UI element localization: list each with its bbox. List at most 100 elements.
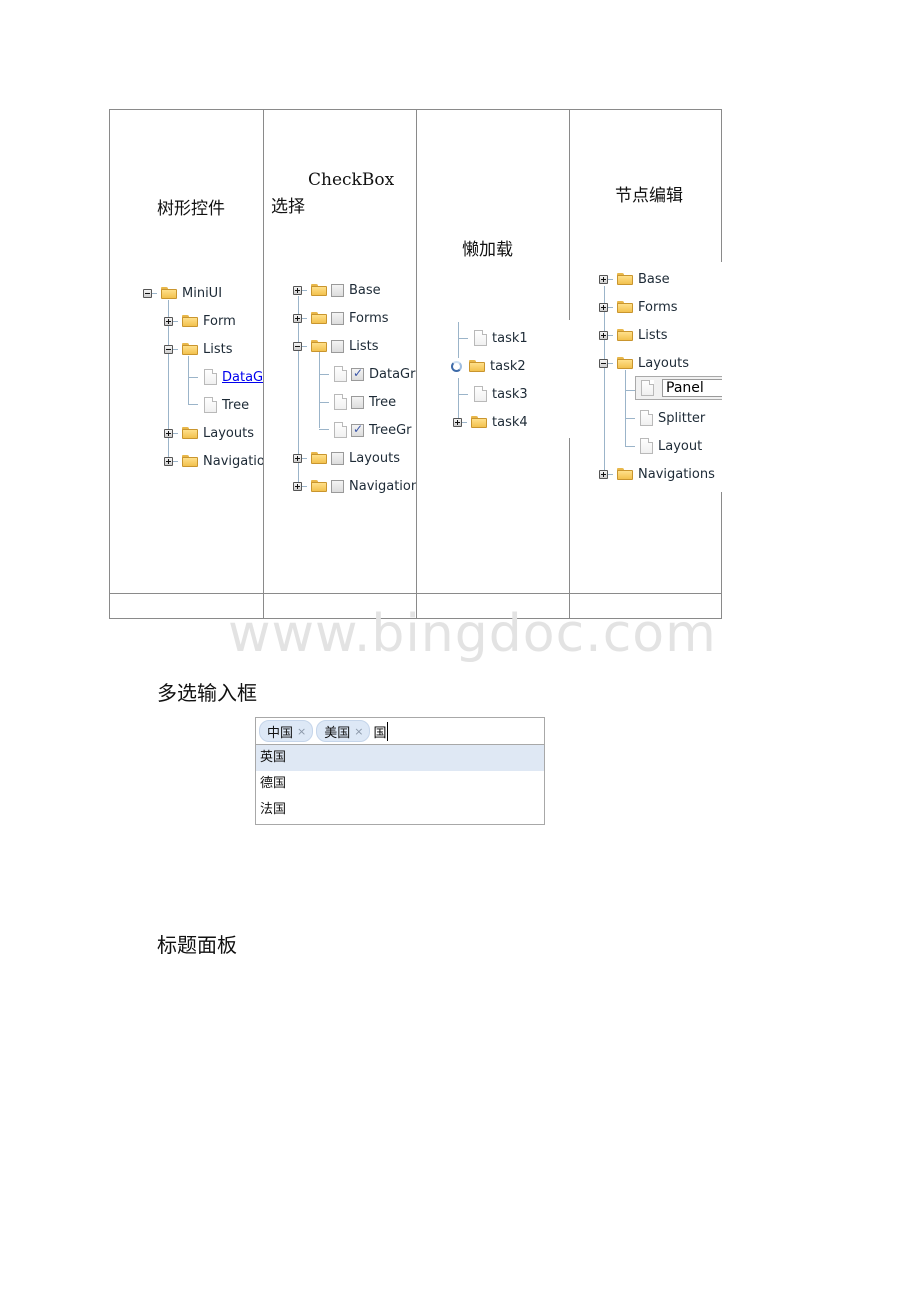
collapse-icon[interactable] [293,341,302,351]
tree-node-datagrid[interactable]: DataGr [334,364,415,384]
checkbox[interactable] [331,311,344,325]
expand-icon[interactable] [164,316,173,326]
tree-basic: MiniUI Form Lists DataG Tree Layouts Nav… [135,278,263,480]
tree-node-task4[interactable]: task4 [453,412,528,432]
folder-icon [617,357,633,369]
multiselect-field[interactable]: 中国 × 美国 × 国 [255,717,545,745]
file-icon [204,397,217,413]
tree-node-layouts[interactable]: Layouts [599,353,689,373]
remove-tag-icon[interactable]: × [354,725,363,738]
tree-node-task2[interactable]: task2 [451,356,526,376]
node-label: Navigatio [203,453,263,469]
tree-node-base[interactable]: Base [599,269,670,289]
tree-node-splitter[interactable]: Splitter [640,408,705,428]
expand-icon[interactable] [599,302,608,312]
expand-icon[interactable] [453,417,462,427]
file-icon [334,422,347,438]
tree-node-panel-editing[interactable]: Panel [635,376,722,400]
suggestion-item[interactable]: 法国 [256,797,544,823]
node-label: task2 [490,358,526,374]
suggestion-item[interactable]: 英国 [256,745,544,771]
node-edit-input[interactable]: Panel [662,379,722,397]
node-label: task3 [492,386,528,402]
section-title-multiselect: 多选输入框 [157,681,257,705]
caption-node-edit: 节点编辑 [615,186,683,206]
tree-node-lists[interactable]: Lists [293,336,379,356]
suggestion-list: 英国 德国 法国 [255,744,545,825]
node-label: Lists [638,327,668,343]
node-label: Layouts [203,425,254,441]
expand-icon[interactable] [599,274,608,284]
expand-icon[interactable] [164,428,173,438]
tree-node-layouts[interactable]: Layouts [293,448,400,468]
expand-icon[interactable] [599,469,608,479]
file-icon [640,438,653,454]
tree-node-treegrid[interactable]: TreeGr [334,420,412,440]
checkbox[interactable] [351,395,364,409]
node-label: Tree [222,397,250,413]
node-label: MiniUI [182,285,223,301]
node-label: Layouts [349,450,400,466]
tree-node-task1[interactable]: task1 [474,328,528,348]
file-icon [334,366,347,382]
tree-node-forms[interactable]: Forms [293,308,389,328]
checkbox[interactable] [331,451,344,465]
checkbox-checked[interactable] [351,366,364,381]
expand-icon[interactable] [599,330,608,340]
node-label: Splitter [658,410,706,426]
expand-icon[interactable] [293,313,302,323]
node-label: task4 [492,414,528,430]
tree-node-miniui[interactable]: MiniUI [143,283,222,303]
tree-node-navigation[interactable]: Navigation [293,476,416,496]
expand-icon[interactable] [293,453,302,463]
collapse-icon[interactable] [599,358,608,368]
node-label: Layouts [638,355,689,371]
tree-node-layout[interactable]: Layout [640,436,702,456]
suggestion-item[interactable]: 德国 [256,771,544,797]
caption-checkbox-line1: CheckBox [308,170,395,190]
file-icon [474,386,487,402]
multiselect-input: 中国 × 美国 × 国 英国 德国 法国 [255,717,545,825]
expand-icon[interactable] [293,285,302,295]
checkbox-checked[interactable] [351,422,364,437]
folder-icon [182,455,198,467]
folder-icon [617,468,633,480]
node-label: Base [638,271,670,287]
checkbox[interactable] [331,479,344,493]
caption-lazy-load: 懒加载 [462,240,513,260]
tree-node-layouts[interactable]: Layouts [164,423,254,443]
node-link[interactable]: DataG [222,370,263,385]
folder-icon [161,287,177,299]
tree-node-forms[interactable]: Forms [599,297,678,317]
expand-icon[interactable] [164,456,173,466]
tree-node-lists[interactable]: Lists [164,339,233,359]
tree-node-tree[interactable]: Tree [334,392,396,412]
tree-node-navigation[interactable]: Navigatio [164,451,263,471]
tree-node-form[interactable]: Form [164,311,236,331]
tree-node-datagrid[interactable]: DataG [204,367,263,387]
node-label: Navigations [638,466,715,482]
folder-icon [182,343,198,355]
collapse-icon[interactable] [164,344,173,354]
row-divider [110,593,721,594]
checkbox[interactable] [331,339,344,353]
expand-icon[interactable] [293,481,302,491]
collapse-icon[interactable] [143,288,152,298]
multiselect-text-input[interactable]: 国 [373,721,389,741]
folder-icon [311,312,327,324]
checkbox[interactable] [331,283,344,297]
tree-node-lists[interactable]: Lists [599,325,668,345]
tree-edit: Base Forms Lists Layouts Panel Splitter … [592,262,722,492]
watermark: www.bingdoc.com [228,604,717,664]
tree-checkbox: Base Forms Lists DataGr Tree TreeGr Layo… [284,272,416,504]
folder-icon [469,360,485,372]
tree-node-task3[interactable]: task3 [474,384,528,404]
tree-node-base[interactable]: Base [293,280,381,300]
folder-icon [182,427,198,439]
node-label: task1 [492,330,528,346]
tree-node-tree[interactable]: Tree [204,395,249,415]
remove-tag-icon[interactable]: × [297,725,306,738]
caption-checkbox-line2: 选择 [271,197,305,217]
tree-node-navigations[interactable]: Navigations [599,464,715,484]
node-label: Lists [349,338,379,354]
